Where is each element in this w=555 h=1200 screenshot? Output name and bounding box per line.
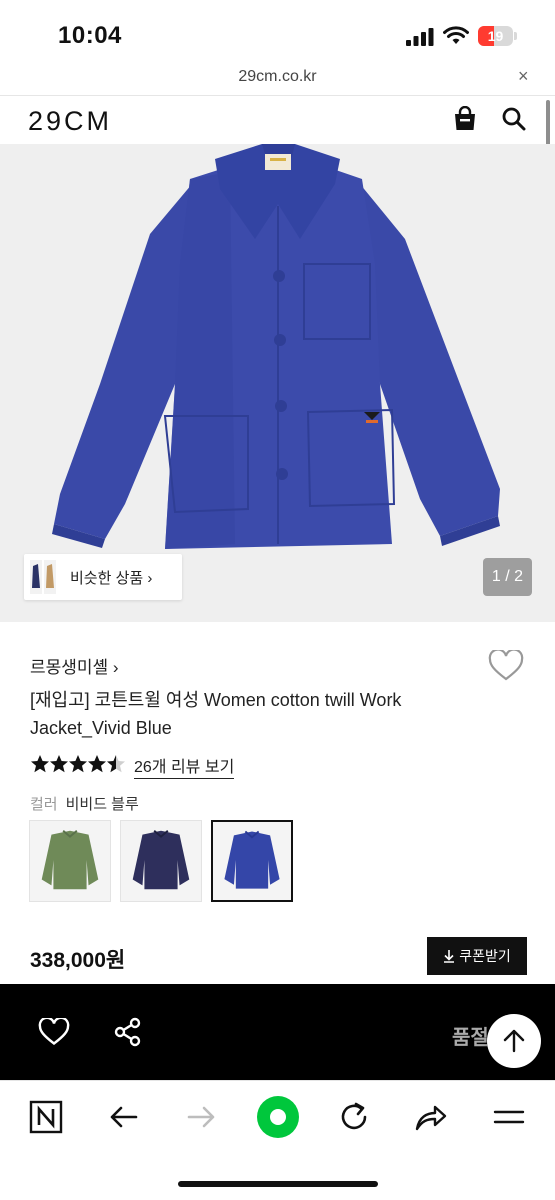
cellular-signal-icon <box>406 28 434 46</box>
share-icon[interactable] <box>114 1017 142 1047</box>
purchase-bar: 품절 <box>0 984 555 1080</box>
share-arrow-icon[interactable] <box>413 1099 449 1135</box>
favorite-heart-icon[interactable] <box>488 650 524 682</box>
reviews-link[interactable]: 26개 리뷰 보기 <box>134 753 235 779</box>
sold-out-label[interactable]: 품절 <box>452 1021 489 1050</box>
swatch-olive-image <box>41 830 99 890</box>
battery-level: 19 <box>487 28 504 44</box>
shopping-bag-icon[interactable] <box>452 106 478 132</box>
swatch-navy-image <box>132 830 190 890</box>
image-counter: 1 / 2 <box>483 558 532 596</box>
naver-home-icon[interactable] <box>28 1099 64 1135</box>
product-image-gallery[interactable]: 비슷한 상품 › 1 / 2 <box>0 144 555 622</box>
similar-products-button[interactable]: 비슷한 상품 › <box>24 554 182 600</box>
browser-url-bar[interactable]: 29cm.co.kr × <box>0 62 555 96</box>
coupon-button[interactable]: 쿠폰받기 <box>427 937 527 975</box>
product-title: [재입고] 코튼트윌 여성 Women cotton twill Work Ja… <box>30 690 402 738</box>
swatch-vivid-blue-image <box>224 830 280 889</box>
color-swatch-olive[interactable] <box>29 820 111 902</box>
download-icon <box>444 950 455 963</box>
similar-products-label[interactable]: 비슷한 상품 › <box>70 567 152 588</box>
site-logo[interactable]: 29CM <box>28 106 112 137</box>
status-time: 10:04 <box>58 22 122 49</box>
site-header: 29CM <box>0 96 555 144</box>
arrow-up-icon <box>503 1029 525 1053</box>
coupon-label[interactable]: 쿠폰받기 <box>459 946 511 966</box>
menu-icon[interactable] <box>491 1099 527 1135</box>
product-price: 338,000원 <box>30 949 126 972</box>
color-key: 컬러 <box>30 796 58 813</box>
color-swatch-navy[interactable] <box>120 820 202 902</box>
color-swatch-vivid-blue[interactable] <box>211 820 293 902</box>
close-icon[interactable]: × <box>518 66 529 87</box>
battery-icon: 19 <box>478 26 518 46</box>
color-option-label: 컬러 비비드 블루 <box>30 793 139 814</box>
green-dot-icon[interactable] <box>256 1095 300 1139</box>
home-indicator[interactable] <box>178 1181 378 1187</box>
star-rating <box>31 755 125 773</box>
like-heart-icon[interactable] <box>38 1018 70 1046</box>
similar-products-thumbnail <box>28 558 76 596</box>
color-value: 비비드 블루 <box>65 796 139 813</box>
wifi-icon <box>443 26 469 44</box>
url-text[interactable]: 29cm.co.kr <box>0 68 555 86</box>
forward-arrow-icon[interactable] <box>183 1099 219 1135</box>
scroll-to-top-button[interactable] <box>487 1014 541 1068</box>
brand-link[interactable]: 르몽생미셸 › <box>30 653 119 678</box>
product-image <box>52 144 500 549</box>
status-bar: 10:04 19 <box>0 0 555 62</box>
back-arrow-icon[interactable] <box>106 1099 142 1135</box>
reload-icon[interactable] <box>336 1099 372 1135</box>
search-icon[interactable] <box>501 106 527 132</box>
